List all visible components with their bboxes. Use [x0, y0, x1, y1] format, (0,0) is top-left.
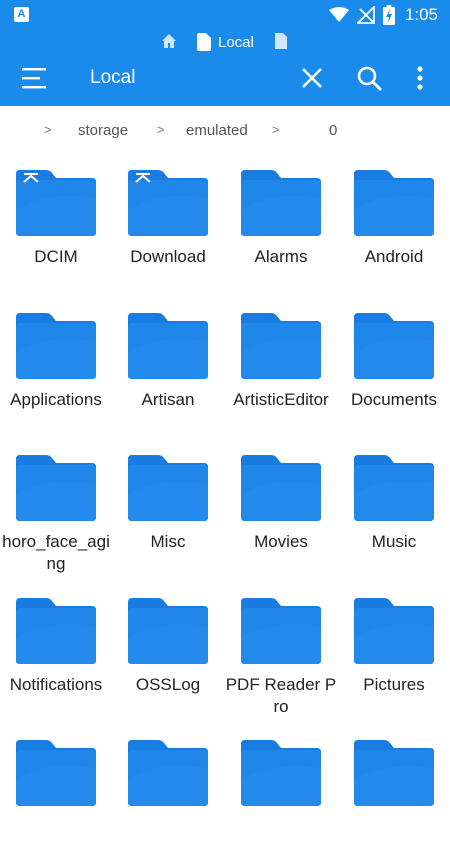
wifi-icon [328, 7, 349, 22]
folder-label: Artisan [141, 389, 195, 409]
folder-item[interactable]: Download [112, 156, 224, 298]
folder-label: OSSLog [135, 674, 201, 694]
folder-label: ArtisticEditor [233, 389, 329, 409]
tab-local[interactable]: Local [196, 31, 254, 53]
folder-label: Notifications [9, 674, 103, 694]
folder-item[interactable] [225, 726, 337, 868]
folder-icon [128, 312, 208, 379]
document-icon[interactable] [272, 32, 290, 50]
folder-label: Movies [254, 532, 308, 551]
folder-icon [354, 455, 434, 521]
breadcrumb-item-0[interactable]: 0 [329, 122, 337, 139]
folder-label: Documents [351, 389, 437, 409]
folder-icon [354, 597, 434, 664]
window-tabs: Local [0, 30, 450, 54]
folder-icon [354, 312, 434, 379]
breadcrumb-separator: > [272, 122, 280, 137]
menu-icon[interactable] [20, 66, 50, 90]
folder-icon [241, 312, 321, 379]
folder-label: Music [371, 532, 417, 551]
folder-icon [16, 170, 96, 236]
close-icon[interactable] [298, 64, 326, 92]
breadcrumb-item-storage[interactable]: storage [78, 122, 128, 139]
status-time: 1:05 [404, 5, 438, 24]
app-notification-icon: A [14, 7, 29, 22]
folder-label: Alarms [254, 247, 308, 266]
status-bar: A 1:05 [0, 0, 450, 30]
folder-item[interactable]: Documents [338, 299, 450, 441]
folder-grid: DCIM Download Alarms Android Applications Art… [0, 156, 450, 806]
toolbar-title: Local [90, 67, 136, 88]
folder-item[interactable]: Movies [225, 441, 337, 583]
folder-icon [16, 312, 96, 379]
folder-item[interactable]: Misc [112, 441, 224, 583]
folder-item[interactable]: Notifications [0, 584, 112, 726]
search-icon[interactable] [355, 64, 385, 94]
folder-label: Misc [150, 532, 186, 551]
no-signal-icon [356, 6, 375, 24]
folder-item[interactable] [112, 726, 224, 868]
folder-icon [354, 740, 434, 806]
folder-label: horo_face_aging [2, 532, 110, 573]
breadcrumb-item-emulated[interactable]: emulated [186, 122, 248, 139]
folder-icon [16, 740, 96, 806]
home-icon[interactable] [160, 32, 178, 50]
folder-label: Pictures [363, 674, 425, 694]
folder-icon [241, 740, 321, 806]
folder-label: DCIM [34, 247, 78, 266]
folder-item[interactable] [0, 726, 112, 868]
folder-label: PDF Reader Pro [225, 674, 337, 716]
folder-item[interactable]: Music [338, 441, 450, 583]
folder-icon [128, 170, 208, 236]
file-icon [197, 33, 211, 51]
folder-item[interactable]: OSSLog [112, 584, 224, 726]
folder-item[interactable]: DCIM [0, 156, 112, 298]
folder-label: Android [364, 247, 424, 266]
folder-icon [16, 597, 96, 664]
battery-charging-icon [382, 5, 395, 25]
folder-icon [128, 455, 208, 521]
folder-item[interactable] [338, 726, 450, 868]
folder-label: Download [130, 247, 206, 266]
folder-icon [354, 170, 434, 236]
breadcrumb: > storage > emulated > 0 [0, 106, 450, 156]
folder-icon [241, 597, 321, 664]
folder-icon [241, 455, 321, 521]
status-icons: 1:05 [328, 4, 438, 26]
folder-icon [128, 597, 208, 664]
folder-item[interactable]: Alarms [225, 156, 337, 298]
folder-item[interactable]: ArtisticEditor [225, 299, 337, 441]
tab-local-label: Local [218, 33, 254, 51]
folder-item[interactable]: Android [338, 156, 450, 298]
breadcrumb-separator: > [157, 122, 165, 137]
breadcrumb-separator: > [44, 122, 52, 137]
folder-item[interactable]: Artisan [112, 299, 224, 441]
folder-icon [16, 455, 96, 521]
folder-item[interactable]: Applications [0, 299, 112, 441]
folder-label: Applications [10, 389, 102, 409]
folder-item[interactable]: Pictures [338, 584, 450, 726]
folder-item[interactable]: horo_face_aging [0, 441, 112, 583]
more-vert-icon[interactable] [408, 64, 432, 94]
folder-item[interactable]: PDF Reader Pro [225, 584, 337, 726]
toolbar: Local Local [0, 30, 450, 106]
folder-icon [241, 170, 321, 236]
folder-icon [128, 740, 208, 806]
